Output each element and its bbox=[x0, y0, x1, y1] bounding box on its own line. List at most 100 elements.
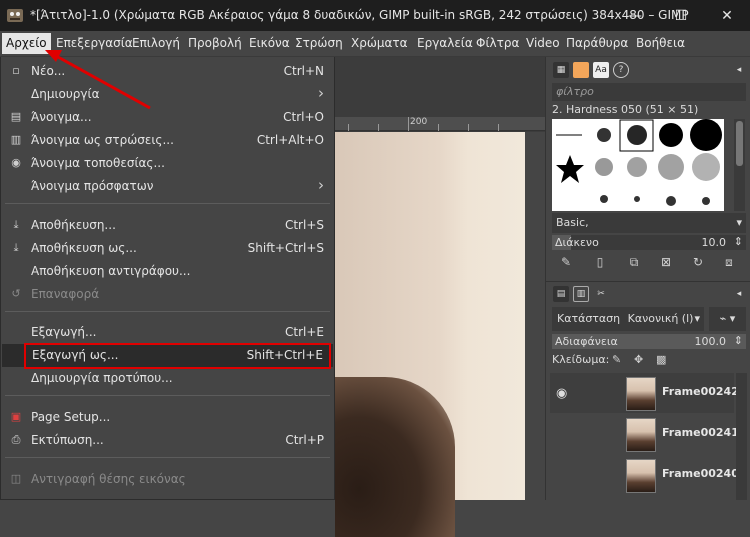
menu-item-label: Page Setup... bbox=[31, 410, 111, 424]
menu-item-save[interactable]: ⤓ Αποθήκευση... Ctrl+S bbox=[1, 214, 334, 237]
maximize-icon: ☐ bbox=[674, 7, 688, 24]
paths-tab-icon[interactable]: ✂ bbox=[593, 286, 609, 302]
menu-item-open-as-layers[interactable]: ▥ Άνοιγμα ως στρώσεις... Ctrl+Alt+O bbox=[1, 129, 334, 152]
duplicate-brush-icon[interactable]: ⧉ bbox=[626, 255, 642, 271]
menu-item-save-as[interactable]: ⤓ Αποθήκευση ως... Shift+Ctrl+S bbox=[1, 237, 334, 260]
layer-mode-select[interactable]: Κατάσταση Κανονική (l) ▾ bbox=[552, 307, 704, 331]
menu-item-open[interactable]: ▤ Άνοιγμα... Ctrl+O bbox=[1, 106, 334, 129]
channels-tab-icon[interactable]: ▥ bbox=[573, 286, 589, 302]
delete-brush-icon[interactable]: ⊠ bbox=[658, 255, 674, 271]
menu-item-export[interactable]: Εξαγωγή... Ctrl+E bbox=[1, 321, 334, 344]
layers-tabs: ▤ ▥ ✂ ◂ bbox=[546, 281, 750, 303]
close-button[interactable]: ✕ bbox=[704, 0, 750, 31]
layer-thumbnail bbox=[626, 418, 656, 452]
edit-brush-icon[interactable]: ✎ bbox=[558, 255, 574, 271]
menu-item-create[interactable]: Δημιουργία › bbox=[1, 83, 334, 106]
title-bar: *[Άτιτλο]-1.0 (Χρώματα RGB Ακέραιος γάμα… bbox=[0, 0, 750, 31]
minimize-icon: — bbox=[628, 7, 642, 24]
composite-mode-button[interactable]: ⌁ ▾ bbox=[709, 307, 746, 331]
copy-location-icon: ◫ bbox=[10, 472, 22, 485]
lock-pixels-icon[interactable]: ✎ bbox=[612, 353, 621, 366]
refresh-brushes-icon[interactable]: ↻ bbox=[690, 255, 706, 271]
menu-item-open-location[interactable]: ◉ Άνοιγμα τοποθεσίας... bbox=[1, 152, 334, 175]
layer-row[interactable]: ◉ Frame00242 bbox=[550, 373, 739, 413]
open-location-icon: ◉ bbox=[11, 156, 21, 169]
page-setup-icon: ▣ bbox=[10, 410, 22, 423]
menu-item-save-copy[interactable]: Αποθήκευση αντιγράφου... bbox=[1, 260, 334, 283]
menu-filters[interactable]: Φίλτρα bbox=[476, 36, 519, 50]
menu-item-label: Άνοιγμα... bbox=[31, 110, 92, 124]
menu-edit[interactable]: Επεξεργασία bbox=[56, 36, 133, 50]
canvas-vertical-scrollbar[interactable] bbox=[525, 132, 545, 500]
image-canvas[interactable] bbox=[335, 132, 525, 537]
horizontal-ruler[interactable]: 200 bbox=[335, 117, 545, 131]
lock-position-icon[interactable]: ✥ bbox=[634, 353, 643, 366]
menu-item-label: Εξαγωγή ως... bbox=[32, 348, 119, 362]
opacity-value: 100.0 bbox=[694, 335, 727, 348]
menu-image[interactable]: Εικόνα bbox=[249, 36, 290, 50]
menu-item-label: Άνοιγμα ως στρώσεις... bbox=[31, 133, 174, 147]
menu-item-label: Δημιουργία bbox=[31, 87, 100, 101]
menu-item-shortcut: Ctrl+E bbox=[285, 325, 324, 339]
stepper-icon[interactable]: ⇕ bbox=[734, 235, 743, 248]
brush-scrollbar-thumb[interactable] bbox=[736, 121, 743, 166]
menu-video[interactable]: Video bbox=[526, 36, 560, 50]
lock-alpha-icon[interactable]: ▩ bbox=[656, 353, 666, 366]
menu-item-open-recent[interactable]: Άνοιγμα πρόσφατων › bbox=[1, 175, 334, 198]
layer-row[interactable]: Frame00241 bbox=[550, 414, 739, 454]
menu-tools[interactable]: Εργαλεία bbox=[417, 36, 473, 50]
layers-tab-icon[interactable]: ▤ bbox=[553, 286, 569, 302]
gimp-app-icon[interactable] bbox=[6, 6, 24, 24]
layer-list-scrollbar[interactable] bbox=[736, 373, 747, 500]
menu-file[interactable]: Αρχείο bbox=[2, 33, 51, 54]
lock-label: Κλείδωμα: bbox=[552, 353, 610, 366]
brushes-tab-icon[interactable]: ▦ bbox=[553, 62, 569, 78]
visibility-eye-icon[interactable]: ◉ bbox=[556, 386, 576, 401]
submenu-arrow-icon: › bbox=[318, 84, 324, 102]
menu-item-print[interactable]: ⎙ Εκτύπωση... Ctrl+P bbox=[1, 429, 334, 452]
menu-item-label: Δημιουργία προτύπου... bbox=[31, 371, 173, 385]
layer-row[interactable]: Frame00240 bbox=[550, 455, 739, 495]
menu-view[interactable]: Προβολή bbox=[188, 36, 242, 50]
minimize-button[interactable]: — bbox=[612, 0, 658, 31]
spacing-label: Διάκενο bbox=[555, 236, 599, 249]
brush-scrollbar[interactable] bbox=[734, 119, 745, 211]
patterns-tab-icon[interactable] bbox=[573, 62, 589, 78]
opacity-slider[interactable]: Αδιαφάνεια 100.0 ⇕ bbox=[552, 334, 746, 349]
image-canvas-area[interactable]: 200 bbox=[335, 57, 545, 537]
menu-item-shortcut: Ctrl+P bbox=[285, 433, 324, 447]
menu-item-label: Εκτύπωση... bbox=[31, 433, 104, 447]
brush-filter-input[interactable]: φίλτρο bbox=[552, 83, 746, 101]
help-tab-icon[interactable]: ? bbox=[613, 62, 629, 78]
menu-item-page-setup[interactable]: ▣ Page Setup... bbox=[1, 406, 334, 429]
brush-tag-icon[interactable]: ⧈ bbox=[721, 255, 737, 271]
menu-item-label: Αποθήκευση... bbox=[31, 218, 116, 232]
maximize-button[interactable]: ☐ bbox=[658, 0, 704, 31]
photo-subject-hair bbox=[335, 377, 455, 537]
panel-menu-icon[interactable]: ◂ bbox=[731, 286, 747, 302]
spacing-value: 10.0 bbox=[701, 236, 727, 249]
save-as-icon: ⤓ bbox=[13, 241, 19, 254]
spacing-slider[interactable]: Διάκενο 10.0 ⇕ bbox=[552, 235, 746, 250]
new-brush-icon[interactable]: ▯ bbox=[592, 255, 608, 271]
menu-help[interactable]: Βοήθεια bbox=[636, 36, 685, 50]
menu-layer[interactable]: Στρώση bbox=[295, 36, 343, 50]
revert-icon: ↺ bbox=[11, 287, 21, 300]
menu-item-shortcut: Ctrl+N bbox=[283, 64, 324, 78]
panel-menu-icon[interactable]: ◂ bbox=[731, 62, 747, 78]
layer-list[interactable]: ◉ Frame00242 Frame00241 Frame00240 bbox=[550, 373, 739, 500]
menu-bar: Αρχείο Επεξεργασία Επιλογή Προβολή Εικόν… bbox=[0, 31, 750, 57]
stepper-icon[interactable]: ⇕ bbox=[734, 334, 743, 347]
menu-separator bbox=[5, 203, 330, 204]
close-icon: ✕ bbox=[721, 7, 733, 24]
menu-colors[interactable]: Χρώματα bbox=[351, 36, 408, 50]
brush-preset-select[interactable]: Basic, ▾ bbox=[552, 213, 746, 233]
fonts-tab-icon[interactable]: Aa bbox=[593, 62, 609, 78]
menu-windows[interactable]: Παράθυρα bbox=[566, 36, 628, 50]
menu-item-export-as[interactable]: Εξαγωγή ως... Shift+Ctrl+E bbox=[2, 344, 333, 367]
menu-item-create-template[interactable]: Δημιουργία προτύπου... bbox=[1, 367, 334, 390]
menu-item-new[interactable]: ▫ Νέο... Ctrl+N bbox=[1, 60, 334, 83]
menu-select[interactable]: Επιλογή bbox=[132, 36, 180, 50]
ruler-tick bbox=[498, 124, 499, 131]
brush-grid[interactable] bbox=[552, 119, 724, 211]
